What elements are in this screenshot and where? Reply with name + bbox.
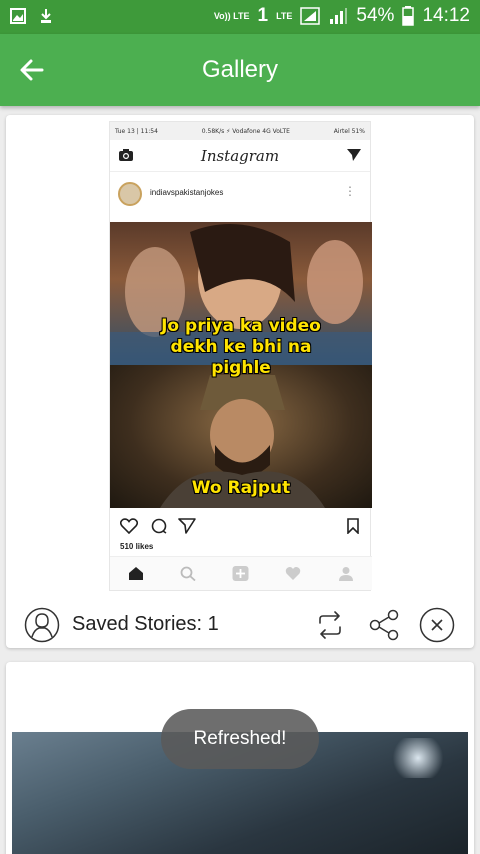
post-header: indiavspakistanjokes ⋮ <box>110 172 370 216</box>
embedded-status-bar: Tue 13 | 11:54 0.58K/s ⚡ Vodafone 4G VoL… <box>110 122 370 140</box>
story-image[interactable]: Tue 13 | 11:54 0.58K/s ⚡ Vodafone 4G VoL… <box>109 121 372 591</box>
meme-caption-top: Jo priya ka video dekh ke bhi na pighle <box>161 316 321 378</box>
activity-icon <box>285 567 301 580</box>
instagram-logo: Instagram <box>200 147 280 165</box>
toast-message: Refreshed! <box>161 709 319 769</box>
close-icon[interactable] <box>419 607 455 643</box>
instagram-bottom-nav <box>110 556 372 590</box>
more-options-icon: ⋮ <box>344 184 356 198</box>
bookmark-icon <box>347 518 359 534</box>
lte-indicator: LTE <box>276 10 293 21</box>
send-icon <box>178 518 196 534</box>
meme-caption-bottom: Wo Rajput <box>191 478 291 498</box>
app-bar: Gallery <box>0 34 480 106</box>
page-title: Gallery <box>201 56 279 83</box>
comment-icon <box>151 518 167 534</box>
profile-icon <box>339 567 353 581</box>
post-username: indiavspakistanjokes <box>150 188 224 197</box>
profile-avatar <box>118 182 142 206</box>
signal-strength-icon <box>330 8 348 24</box>
download-notification-icon <box>41 9 51 23</box>
sim-indicator: 1 <box>257 5 269 26</box>
likes-count: 510 likes <box>120 542 154 551</box>
embedded-status-left: Tue 13 | 11:54 <box>115 127 158 135</box>
instagram-header: Instagram <box>110 140 370 172</box>
volte-indicator: Vo)) LTE <box>213 10 250 21</box>
clock: 14:12 <box>422 5 470 26</box>
direct-message-icon <box>347 149 361 161</box>
heart-icon <box>120 518 138 534</box>
story-image-2-highlight <box>388 738 448 778</box>
post-actions <box>110 512 372 540</box>
add-post-icon <box>232 566 249 581</box>
story-footer: Saved Stories: 1 <box>6 603 474 648</box>
home-icon <box>129 567 143 580</box>
battery-icon <box>402 6 415 26</box>
story-card[interactable]: Tue 13 | 11:54 0.58K/s ⚡ Vodafone 4G VoL… <box>6 115 474 648</box>
saved-stories-count: Saved Stories: 1 <box>72 613 219 635</box>
signal-icon <box>300 7 321 25</box>
search-icon <box>180 566 196 581</box>
avatar-icon[interactable] <box>24 607 60 643</box>
repost-icon[interactable] <box>312 607 348 643</box>
gallery-notification-icon <box>10 8 26 24</box>
embedded-status-mid: 0.58K/s ⚡ Vodafone 4G VoLTE <box>201 127 290 135</box>
status-bar: Vo)) LTE 1 LTE 54% 14:12 <box>0 0 480 34</box>
meme-image: Jo priya ka video dekh ke bhi na pighle … <box>110 222 372 508</box>
share-icon[interactable] <box>366 607 402 643</box>
embedded-status-right: Airtel 51% <box>333 127 365 135</box>
battery-percent: 54% <box>356 5 395 26</box>
